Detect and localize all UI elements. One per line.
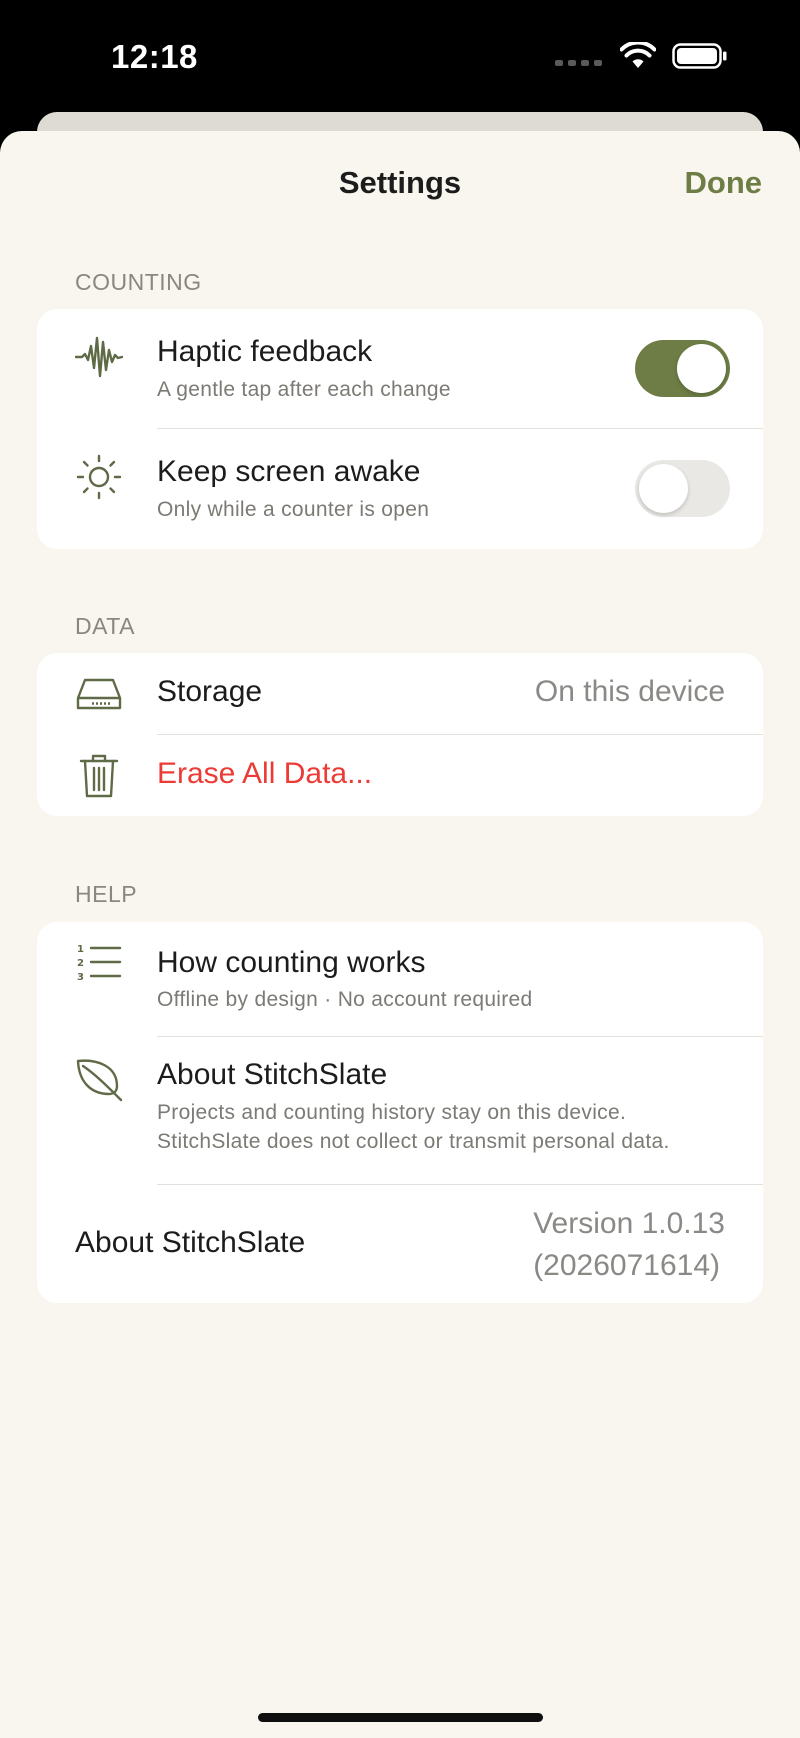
about-stitchslate-label: About StitchSlate [157, 1058, 388, 1091]
section-header-help: HELP [75, 881, 138, 907]
data-group: Storage On this device Erase All Data... [37, 653, 763, 816]
status-time: 12:18 [111, 38, 198, 75]
haptic-feedback-toggle[interactable] [635, 340, 730, 397]
svg-text:2: 2 [77, 958, 84, 969]
version-row: About StitchSlate Version 1.0.13 (202607… [37, 1185, 763, 1303]
done-button[interactable]: Done [685, 165, 763, 201]
storage-row[interactable]: Storage On this device [37, 653, 763, 734]
page-title: Settings [338, 165, 462, 200]
counting-group: Haptic feedback A gentle tap after each … [37, 309, 763, 549]
about-stitchslate-subtitle-line1: Projects and counting history stay on th… [157, 1101, 627, 1124]
erase-all-data-row[interactable]: Erase All Data... [37, 735, 763, 816]
how-counting-works-subtitle: Offline by design · No account required [157, 988, 533, 1011]
waveform-icon [75, 336, 123, 378]
version-value: Version 1.0.13 (2026071614) [533, 1203, 725, 1287]
section-header-data: DATA [75, 613, 135, 639]
keep-screen-awake-toggle[interactable] [635, 460, 730, 517]
svg-text:1: 1 [77, 944, 84, 955]
cellular-signal-icon [555, 46, 602, 66]
version-number: Version 1.0.13 [533, 1207, 725, 1240]
help-group: 1 2 3 How counting works Offline by desi… [37, 922, 763, 1303]
haptic-feedback-subtitle: A gentle tap after each change [157, 378, 451, 401]
sun-icon [76, 454, 122, 500]
storage-value: On this device [534, 675, 725, 708]
haptic-feedback-row[interactable]: Haptic feedback A gentle tap after each … [37, 309, 763, 428]
storage-label: Storage [157, 675, 263, 708]
section-header-counting: COUNTING [75, 269, 202, 295]
how-counting-works-row[interactable]: 1 2 3 How counting works Offline by desi… [37, 922, 763, 1036]
about-stitchslate-info-row[interactable]: About StitchSlate Projects and counting … [37, 1037, 763, 1184]
trash-icon [79, 754, 119, 798]
svg-text:3: 3 [77, 972, 84, 983]
keep-screen-awake-row[interactable]: Keep screen awake Only while a counter i… [37, 429, 763, 549]
build-number: (2026071614) [533, 1249, 721, 1282]
battery-icon [672, 43, 727, 69]
leaf-icon [76, 1059, 123, 1102]
about-stitchslate-subtitle-line2: StitchSlate does not collect or transmit… [157, 1130, 670, 1153]
haptic-feedback-label: Haptic feedback [157, 335, 373, 368]
status-bar: 12:18 [0, 0, 800, 120]
status-indicators [555, 42, 728, 70]
home-indicator[interactable] [258, 1713, 543, 1722]
keep-screen-awake-label: Keep screen awake [157, 455, 421, 488]
version-row-label: About StitchSlate [75, 1226, 306, 1259]
erase-all-data-button[interactable]: Erase All Data... [157, 757, 372, 791]
numbered-list-icon: 1 2 3 [77, 944, 122, 983]
wifi-icon [620, 42, 656, 68]
settings-sheet: Settings Done COUNTING Haptic feedback A… [0, 131, 800, 1738]
drive-icon [76, 678, 122, 710]
how-counting-works-label: How counting works [157, 946, 426, 979]
keep-screen-awake-subtitle: Only while a counter is open [157, 498, 430, 521]
